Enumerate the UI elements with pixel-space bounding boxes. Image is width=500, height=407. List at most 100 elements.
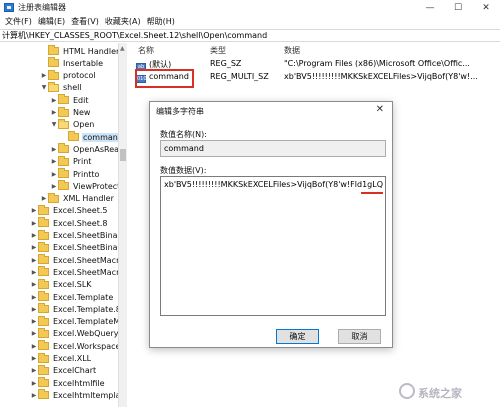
tree-item-label: Excel.TemplateMacro <box>53 317 120 327</box>
cancel-button[interactable]: 取消 <box>338 329 381 344</box>
tree-item[interactable]: ▶ Excel.Sheet.8 <box>30 217 109 229</box>
expand-chevron-icon[interactable]: ▼ <box>40 84 48 91</box>
column-type[interactable]: 类型 <box>210 45 226 56</box>
menu-view[interactable]: 查看(V) <box>68 15 102 28</box>
expand-chevron-icon[interactable]: ▶ <box>50 183 58 190</box>
folder-icon <box>38 241 49 252</box>
tree-item[interactable]: ▶ Excel.Template <box>30 291 114 303</box>
expand-chevron-icon[interactable]: ▶ <box>30 343 38 350</box>
folder-icon <box>58 94 69 105</box>
tree-item[interactable]: ▶ Printto <box>50 168 100 180</box>
tree-item[interactable]: ▶ ExcelChart <box>30 364 97 377</box>
expand-chevron-icon[interactable]: ▶ <box>30 367 38 374</box>
expand-chevron-icon[interactable]: ▼ <box>50 121 58 128</box>
tree-item[interactable]: ▶ Excel.SheetMacroEna <box>30 266 119 278</box>
close-button[interactable]: ✕ <box>472 0 500 15</box>
tree-item-label: Excel.XLL <box>53 354 92 363</box>
expand-chevron-icon[interactable]: ▶ <box>30 220 38 227</box>
tree-item[interactable]: ▶ XML Handler <box>40 192 115 205</box>
menu-file[interactable]: 文件(F) <box>2 15 35 28</box>
folder-icon <box>38 266 49 277</box>
registry-tree[interactable]: HTML Handler Insertable ▶ protocol ▼ shell ▶ Ed… <box>0 43 120 407</box>
expand-chevron-icon[interactable]: ▶ <box>30 392 38 399</box>
expand-chevron-icon[interactable]: ▶ <box>30 306 38 313</box>
folder-icon <box>58 168 69 178</box>
scrollbar-thumb[interactable] <box>120 149 126 161</box>
expand-chevron-icon[interactable]: ▶ <box>50 109 58 116</box>
expand-chevron-icon[interactable]: ▶ <box>30 380 38 387</box>
expand-chevron-icon[interactable]: ▶ <box>50 158 58 165</box>
address-bar[interactable]: 计算机\HKEY_CLASSES_ROOT\Excel.Sheet.12\she… <box>0 29 500 42</box>
dialog-close-icon[interactable]: ✕ <box>376 104 384 115</box>
scroll-up-icon[interactable]: ▲ <box>120 45 125 52</box>
tree-item-label: Excel.SLK <box>53 280 92 290</box>
tree-item[interactable]: ▶ protocol <box>40 69 97 82</box>
column-name[interactable]: 名称 <box>138 45 154 56</box>
tree-item[interactable]: ▶ Edit <box>50 94 90 106</box>
window-controls: — ☐ ✕ <box>416 0 500 15</box>
expand-chevron-icon[interactable]: ▶ <box>30 232 38 239</box>
tree-item[interactable]: HTML Handler <box>40 45 119 57</box>
column-data[interactable]: 数据 <box>284 45 300 56</box>
expand-chevron-icon[interactable]: ▶ <box>30 207 38 214</box>
title-bar: 注册表编辑器 — ☐ ✕ <box>0 0 500 15</box>
expand-chevron-icon[interactable]: ▶ <box>50 146 58 153</box>
expand-chevron-icon[interactable]: ▶ <box>30 281 38 288</box>
tree-item-label: Excel.SheetMacroEna <box>53 255 119 265</box>
tree-item[interactable]: ▶ Excel.Template.8 <box>30 303 120 315</box>
expand-chevron-icon[interactable]: ▶ <box>40 195 48 202</box>
expand-chevron-icon[interactable]: ▶ <box>30 257 38 264</box>
expand-chevron-icon[interactable]: ▶ <box>30 244 38 251</box>
tree-item[interactable]: ▶ Excel.SLK <box>30 278 93 291</box>
menu-bar: 文件(F) 编辑(E) 查看(V) 收藏夹(A) 帮助(H) <box>0 15 500 28</box>
tree-item-label: Excel.Sheet.8 <box>53 218 108 228</box>
tree-item-label: Excel.Template <box>53 292 114 302</box>
expand-chevron-icon[interactable]: ▶ <box>30 269 38 276</box>
window-title: 注册表编辑器 <box>18 3 66 12</box>
expand-chevron-icon[interactable]: ▶ <box>50 97 58 104</box>
value-data-textarea[interactable]: xb'BV5!!!!!!!!!MKKSkEXCELFiles>VijqBof(Y… <box>160 176 386 316</box>
tree-item-label: Excel.Template.8 <box>53 304 120 314</box>
tree-item[interactable]: ▶ Excel.SheetMacroEna <box>30 254 119 266</box>
dialog-title: 编辑多字符串 <box>156 107 204 116</box>
tree-item[interactable]: ▶ Excelhtmlfile <box>30 377 106 389</box>
folder-icon <box>48 69 59 80</box>
tree-item[interactable]: ▶ Excel.SheetBinaryMac <box>30 229 119 242</box>
tree-item[interactable]: ▶ Excelhtmltemplate <box>30 389 119 401</box>
expand-chevron-icon[interactable]: ▶ <box>30 330 38 337</box>
expand-chevron-icon[interactable]: ▶ <box>40 72 48 79</box>
tree-item[interactable]: ▶ Excel.Workspace <box>30 340 119 352</box>
menu-edit[interactable]: 编辑(E) <box>35 15 68 28</box>
expand-chevron-icon[interactable]: ▶ <box>30 355 38 362</box>
value-name-field[interactable]: command <box>160 140 386 157</box>
menu-favorites[interactable]: 收藏夹(A) <box>102 15 144 28</box>
tree-item[interactable]: ▼ Open <box>50 118 95 131</box>
tree-item[interactable]: ▶ ViewProtected <box>50 180 119 192</box>
tree-item[interactable]: ▶ Excel.XLL <box>30 352 92 365</box>
minimize-button[interactable]: — <box>416 0 444 15</box>
tree-scrollbar[interactable]: ▲ <box>118 43 127 407</box>
expand-chevron-icon[interactable]: ▶ <box>30 294 38 301</box>
maximize-button[interactable]: ☐ <box>444 0 472 15</box>
tree-item[interactable]: ▼ shell <box>40 81 83 94</box>
expand-chevron-icon[interactable]: ▶ <box>50 171 58 178</box>
menu-help[interactable]: 帮助(H) <box>144 15 178 28</box>
tree-item[interactable]: ▶ Excel.SheetBinaryMac <box>30 241 119 254</box>
tree-item[interactable]: ▶ Excel.Sheet.5 <box>30 204 109 217</box>
tree-item[interactable]: Insertable <box>40 57 104 69</box>
tree-item-label: ExcelChart <box>53 366 97 376</box>
folder-icon <box>38 340 49 351</box>
expand-chevron-icon[interactable]: ▶ <box>30 318 38 325</box>
tree-item[interactable]: ▶ Excel.WebQuery <box>30 327 119 340</box>
ok-button[interactable]: 确定 <box>276 329 319 344</box>
folder-icon <box>58 155 69 166</box>
watermark-text: 系统之家 <box>418 387 462 400</box>
folder-icon <box>48 192 59 203</box>
tree-item[interactable]: command <box>60 131 119 143</box>
tree-item[interactable]: ▶ Excel.TemplateMacro <box>30 315 120 328</box>
tree-item-label: Excel.WebQuery <box>53 329 119 339</box>
tree-item[interactable]: ▶ OpenAsReadOnl <box>50 143 119 155</box>
folder-icon <box>48 57 59 68</box>
tree-item[interactable]: ▶ Print <box>50 155 92 168</box>
tree-item[interactable]: ▶ New <box>50 106 91 119</box>
